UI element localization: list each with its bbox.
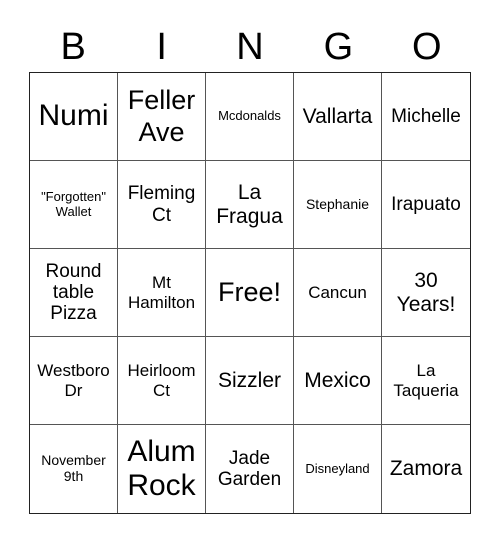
bingo-cell[interactable]: November 9th (30, 425, 118, 513)
bingo-cell[interactable]: La Fragua (206, 161, 294, 249)
header-letter-b: B (60, 26, 86, 68)
bingo-cell[interactable]: Vallarta (294, 73, 382, 161)
free-space-cell[interactable]: Free! (206, 249, 294, 337)
header-letter-n: N (236, 26, 264, 68)
bingo-cell[interactable]: Mt Hamilton (118, 249, 206, 337)
bingo-cell[interactable]: Alum Rock (118, 425, 206, 513)
bingo-cell[interactable]: Jade Garden (206, 425, 294, 513)
bingo-cell[interactable]: Disneyland (294, 425, 382, 513)
bingo-cell[interactable]: Fleming Ct (118, 161, 206, 249)
bingo-cell[interactable]: Round table Pizza (30, 249, 118, 337)
bingo-cell[interactable]: Westboro Dr (30, 337, 118, 425)
bingo-cell[interactable]: Numi (30, 73, 118, 161)
bingo-cell[interactable]: Cancun (294, 249, 382, 337)
bingo-cell[interactable]: Mexico (294, 337, 382, 425)
bingo-cell[interactable]: Sizzler (206, 337, 294, 425)
header-letter-g: G (323, 26, 354, 68)
header-letter-i: I (156, 26, 167, 68)
bingo-cell[interactable]: Zamora (382, 425, 470, 513)
bingo-cell[interactable]: Irapuato (382, 161, 470, 249)
bingo-cell[interactable]: Michelle (382, 73, 470, 161)
header-letter-o: O (412, 26, 442, 68)
bingo-cell[interactable]: Stephanie (294, 161, 382, 249)
bingo-cell[interactable]: Heirloom Ct (118, 337, 206, 425)
bingo-cell[interactable]: Mcdonalds (206, 73, 294, 161)
bingo-cell[interactable]: Feller Ave (118, 73, 206, 161)
bingo-cell[interactable]: La Taqueria (382, 337, 470, 425)
bingo-board: Numi Feller Ave Mcdonalds Vallarta Miche… (29, 72, 471, 514)
bingo-cell[interactable]: "Forgotten" Wallet (30, 161, 118, 249)
bingo-cell[interactable]: 30 Years! (382, 249, 470, 337)
bingo-header: B I N G O (29, 22, 471, 72)
